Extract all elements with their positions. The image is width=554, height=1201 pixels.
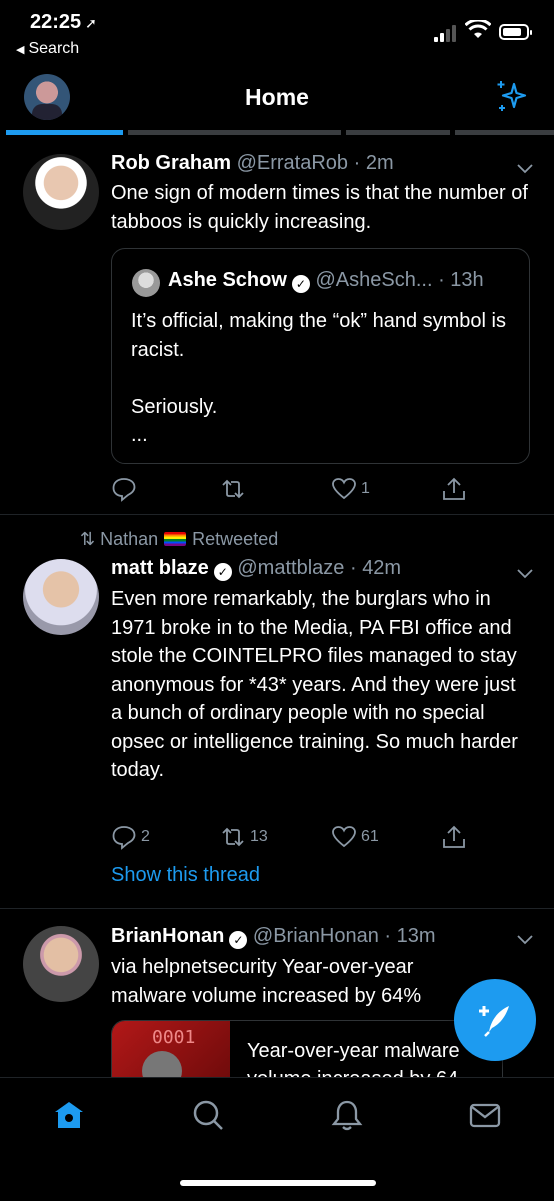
avatar[interactable] — [23, 154, 99, 230]
share-icon — [443, 477, 465, 500]
reply-count: 2 — [141, 828, 150, 845]
reply-icon — [112, 478, 136, 502]
back-to-search-link[interactable]: ◀ Search — [16, 40, 79, 58]
cellular-signal-icon — [434, 22, 462, 42]
share-button[interactable] — [441, 822, 467, 852]
verified-badge-icon: ✓ — [229, 931, 248, 949]
tweet-text: One sign of modern times is that the num… — [111, 182, 528, 233]
sparkle-icon[interactable] — [494, 78, 530, 114]
back-search-label: Search — [28, 40, 80, 57]
dot-separator: · — [384, 925, 392, 947]
quoted-author-name: Ashe Schow — [168, 269, 287, 291]
author-handle: @ErrataRob — [236, 152, 349, 174]
back-triangle-icon: ◀ — [16, 44, 25, 56]
quoted-tweet[interactable]: Ashe Schow ✓ @AsheSch... · 13h It’s offic… — [111, 248, 530, 464]
notifications-icon[interactable] — [330, 1098, 364, 1132]
quoted-text: It’s official, making the “ok” hand symb… — [131, 310, 506, 446]
compose-tweet-button[interactable] — [454, 979, 536, 1061]
share-button[interactable] — [441, 474, 467, 504]
dot-separator: · — [432, 269, 451, 291]
heart-icon — [332, 478, 356, 500]
retweet-icon — [222, 479, 244, 499]
like-count: 61 — [361, 828, 379, 845]
like-button[interactable]: 61 — [331, 822, 379, 852]
compose-tweet-icon — [479, 1006, 509, 1037]
page-title: Home — [245, 84, 309, 110]
messages-icon[interactable] — [468, 1098, 502, 1132]
battery-icon — [499, 24, 532, 40]
tweet-header: BrianHonan ✓ @BrianHonan · 13m — [111, 925, 436, 949]
reply-button[interactable] — [111, 474, 141, 504]
author-handle: @BrianHonan — [252, 925, 379, 947]
retweet-icon — [222, 827, 244, 847]
tweet-actions: 1 — [0, 474, 554, 504]
tweet-time: 2m — [365, 152, 394, 174]
retweet-count: 13 — [250, 828, 268, 845]
retweeted-label: Retweeted — [192, 529, 279, 549]
rainbow-flag-icon — [164, 532, 187, 546]
tweet-text: Even more remarkably, the burglars who i… — [111, 588, 518, 781]
author-name[interactable]: BrianHonan — [111, 925, 224, 947]
dot-separator: · — [353, 152, 361, 174]
tweet-actions: 2 13 61 — [0, 822, 554, 852]
retweet-small-icon: ⇅ — [80, 529, 96, 549]
tweet-time: 13m — [396, 925, 436, 947]
status-bar: 22:25 ➚ ◀ Search — [0, 0, 554, 66]
share-icon — [443, 825, 465, 848]
timeline-progress-bar — [0, 130, 554, 136]
retweeted-by-line: ⇅ Nathan Retweeted — [80, 529, 278, 550]
chevron-down-icon[interactable] — [516, 160, 534, 178]
location-arrow-icon: ➚ — [85, 15, 97, 31]
tweet-text: via helpnetsecurity Year-over-year malwa… — [111, 956, 422, 1007]
retweet-button[interactable] — [220, 474, 250, 504]
like-button[interactable]: 1 — [331, 474, 370, 504]
chevron-down-icon[interactable] — [516, 565, 534, 583]
verified-badge-icon: ✓ — [291, 275, 310, 293]
avatar[interactable] — [23, 559, 99, 635]
dot-separator: · — [349, 557, 357, 579]
tweet-header: Rob Graham @ErrataRob · 2m — [111, 152, 394, 175]
top-header: Home — [0, 66, 554, 130]
retweet-button[interactable]: 13 — [220, 822, 268, 852]
retweeter-name[interactable]: Nathan — [100, 529, 158, 549]
quoted-time: 13h — [450, 269, 484, 291]
author-name[interactable]: matt blaze — [111, 557, 209, 579]
reply-button[interactable]: 2 — [111, 822, 150, 852]
tweet-time: 42m — [362, 557, 402, 579]
chevron-down-icon[interactable] — [516, 931, 534, 949]
heart-icon — [332, 826, 356, 848]
quoted-avatar — [132, 269, 160, 297]
home-indicator[interactable] — [180, 1180, 376, 1186]
reply-icon — [112, 826, 136, 850]
tweet-header: matt blaze ✓ @mattblaze · 42m — [111, 557, 401, 581]
show-thread-link[interactable]: Show this thread — [111, 864, 260, 887]
clock-text: 22:25 — [30, 11, 82, 33]
author-handle: @mattblaze — [237, 557, 345, 579]
tweet-matt-blaze[interactable]: ⇅ Nathan Retweeted matt blaze ✓ @mattblaze… — [0, 515, 554, 909]
like-count: 1 — [361, 480, 370, 497]
verified-badge-icon: ✓ — [213, 563, 232, 581]
wifi-icon — [465, 20, 491, 38]
search-icon[interactable] — [191, 1098, 225, 1132]
author-name[interactable]: Rob Graham — [111, 152, 231, 174]
tweet-rob-graham[interactable]: Rob Graham @ErrataRob · 2m One sign of m… — [0, 140, 554, 515]
avatar[interactable] — [23, 926, 99, 1002]
quoted-author-handle: @AsheSch... — [315, 269, 433, 291]
quoted-header: Ashe Schow ✓ @AsheSch... · 13h — [168, 269, 484, 293]
home-icon[interactable] — [52, 1098, 86, 1132]
status-time: 22:25 ➚ — [30, 11, 97, 34]
card-image-text: 0001 — [152, 1027, 196, 1048]
